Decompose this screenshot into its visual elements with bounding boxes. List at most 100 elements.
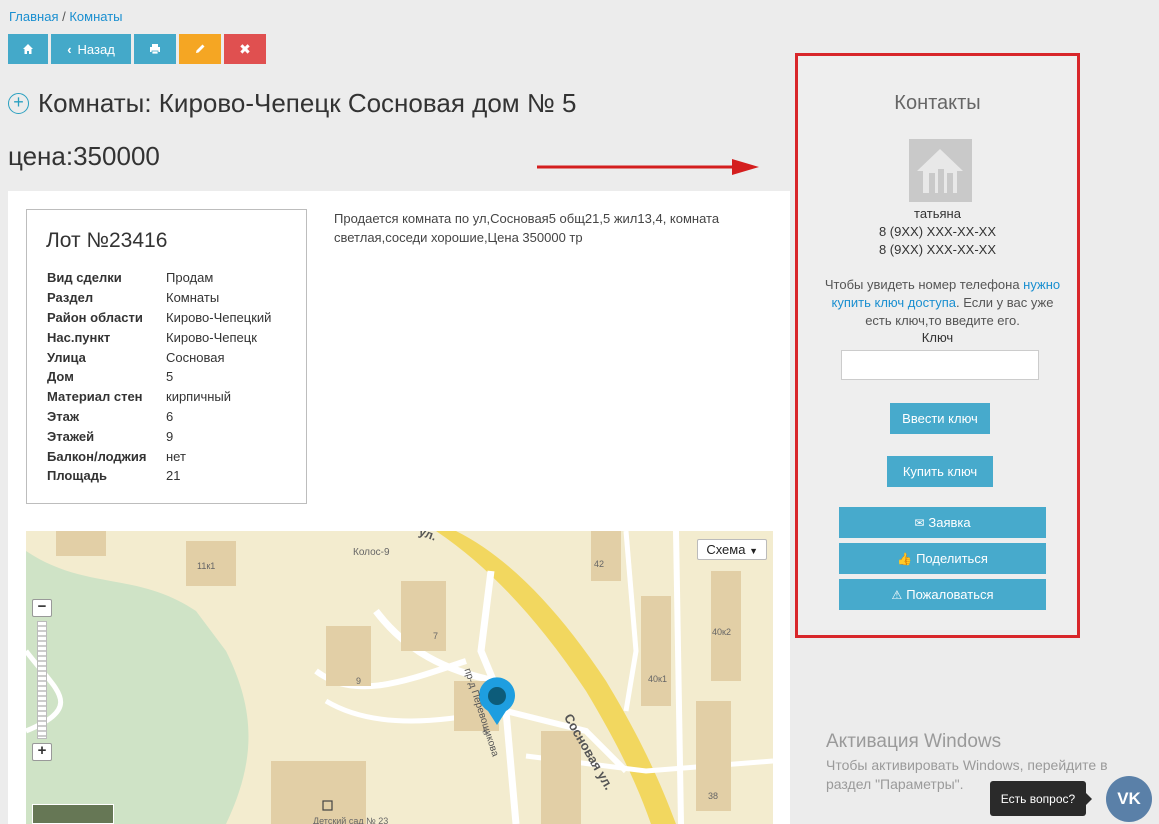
property-key: Вид сделки: [47, 270, 122, 286]
map-label: 40к2: [712, 627, 731, 637]
zoom-control[interactable]: − +: [32, 599, 52, 764]
action-toolbar: ‹ Назад ✖: [8, 34, 266, 64]
key-input[interactable]: [841, 350, 1039, 380]
property-value: кирпичный: [166, 389, 232, 405]
complain-button-label: Пожаловаться: [906, 587, 994, 602]
property-row: Балкон/лоджия нет: [47, 446, 271, 466]
property-key: Район области: [47, 309, 143, 325]
complain-button[interactable]: ⚠ Пожаловаться: [839, 579, 1046, 610]
warning-icon: ⚠: [891, 587, 903, 602]
property-value: 6: [166, 408, 174, 424]
request-button[interactable]: ✉ Заявка: [839, 507, 1046, 538]
contacts-title: Контакты: [894, 92, 981, 114]
map-label: 9: [356, 676, 362, 686]
property-key: Дом: [47, 369, 74, 385]
home-icon: [23, 44, 33, 54]
share-button-label: Поделиться: [916, 551, 988, 566]
lot-details-box: Лот №23416 Вид сделки Продам Раздел Комнат…: [26, 209, 307, 504]
breadcrumb-separator: /: [62, 9, 66, 24]
property-value: Сосновая: [166, 349, 225, 365]
property-key: Улица: [47, 349, 86, 365]
property-key: Этаж: [47, 408, 80, 424]
property-row: Раздел Комнаты: [47, 288, 271, 308]
property-value: нет: [166, 448, 186, 464]
property-key: Площадь: [47, 468, 107, 484]
key-label: Ключ: [921, 330, 954, 345]
property-row: Материал стен кирпичный: [47, 387, 271, 407]
property-value: 5: [166, 369, 174, 385]
breadcrumb-home-link[interactable]: Главная: [9, 9, 58, 24]
satellite-thumbnail[interactable]: [32, 804, 114, 824]
enter-key-button[interactable]: Ввести ключ: [890, 403, 990, 434]
property-value: 9: [166, 428, 174, 444]
breadcrumb: Главная / Комнаты: [9, 9, 123, 24]
listing-content: Лот №23416 Вид сделки Продам Раздел Комнат…: [8, 191, 790, 824]
map-widget[interactable]: Схема ▼ − + ул. Колос-9 11к1 7 9 пр-д Пе…: [26, 531, 773, 824]
property-key: Балкон/лоджия: [47, 448, 147, 464]
note-text: Чтобы увидеть номер телефона: [824, 277, 1024, 292]
page-title-row: + Комнаты: Кирово-Чепецк Сосновая дом № …: [8, 88, 576, 119]
back-button[interactable]: ‹ Назад: [51, 34, 131, 64]
edit-button[interactable]: [179, 34, 221, 64]
contacts-panel: Контакты татьяна 8 (9XX) XXX-XX-XX 8 (9X…: [795, 53, 1080, 638]
windows-activation-text: Чтобы активировать Windows, перейдите в …: [826, 757, 1108, 792]
red-arrow-annotation: [537, 159, 759, 175]
zoom-out-button[interactable]: −: [32, 599, 52, 617]
vk-icon: VK: [1117, 789, 1141, 808]
map-label: 11к1: [197, 561, 216, 571]
vk-chat-button[interactable]: VK: [1106, 776, 1152, 822]
listing-description: Продается комната по ул,Сосновая5 общ21,…: [334, 211, 720, 245]
property-row: Вид сделки Продам: [47, 268, 271, 288]
thumbs-up-icon: 👍: [897, 551, 913, 566]
property-value: Кирово-Чепецк: [166, 329, 257, 345]
home-button[interactable]: [8, 34, 48, 64]
page-title: Комнаты: Кирово-Чепецк Сосновая дом № 5: [38, 88, 577, 118]
add-circle-icon[interactable]: +: [8, 93, 29, 114]
map-label: 38: [708, 791, 719, 801]
ask-question-tooltip[interactable]: Есть вопрос?: [990, 781, 1092, 816]
price: цена:350000: [8, 141, 160, 171]
map-label: 40к1: [648, 674, 667, 684]
lot-title: Лот №23416: [46, 229, 168, 252]
property-value: Продам: [166, 270, 214, 286]
map-label: 7: [433, 631, 439, 641]
close-icon: ✖: [239, 40, 251, 57]
share-button[interactable]: 👍 Поделиться: [839, 543, 1046, 574]
contact-phone: 8 (9XX) XXX-XX-XX: [878, 242, 997, 257]
map-label: 5: [483, 727, 489, 737]
property-value: 21: [166, 468, 181, 484]
contact-phone: 8 (9XX) XXX-XX-XX: [878, 224, 997, 239]
property-row: Район области Кирово-Чепецкий: [47, 308, 271, 328]
property-key: Нас.пункт: [47, 329, 111, 345]
zoom-in-button[interactable]: +: [32, 743, 52, 761]
property-key: Этажей: [47, 428, 95, 444]
lot-properties: Вид сделки Продам Раздел Комнаты Район обл…: [47, 268, 271, 486]
windows-activation-title: Активация Windows: [826, 731, 1002, 752]
property-row: Нас.пункт Кирово-Чепецк: [47, 327, 271, 347]
contact-name: татьяна: [914, 206, 961, 221]
delete-button[interactable]: ✖: [224, 34, 266, 64]
property-row: Этаж 6: [47, 407, 271, 427]
property-key: Раздел: [47, 290, 94, 306]
house-icon: [917, 149, 963, 193]
chevron-down-icon: ▼: [749, 546, 758, 556]
print-icon: [150, 44, 160, 55]
map-label: Детский сад № 23: [313, 816, 389, 824]
map-label: Колос-9: [353, 547, 390, 558]
request-button-label: Заявка: [928, 515, 971, 530]
access-key-note: Чтобы увидеть номер телефона нужно купит…: [818, 276, 1067, 330]
buy-key-button[interactable]: Купить ключ: [887, 456, 993, 487]
map-label: 42: [594, 559, 605, 569]
property-row: Улица Сосновая: [47, 347, 271, 367]
property-row: Этажей 9: [47, 426, 271, 446]
print-button[interactable]: [134, 34, 176, 64]
breadcrumb-current-link[interactable]: Комнаты: [69, 9, 122, 24]
property-value: Комнаты: [166, 290, 220, 306]
zoom-slider[interactable]: [37, 621, 47, 739]
property-key: Материал стен: [47, 389, 143, 405]
map-type-dropdown[interactable]: Схема ▼: [697, 539, 767, 560]
back-button-label: Назад: [77, 41, 115, 57]
property-row: Площадь 21: [47, 466, 271, 486]
chevron-left-icon: ‹: [67, 41, 72, 57]
property-row: Дом 5: [47, 367, 271, 387]
